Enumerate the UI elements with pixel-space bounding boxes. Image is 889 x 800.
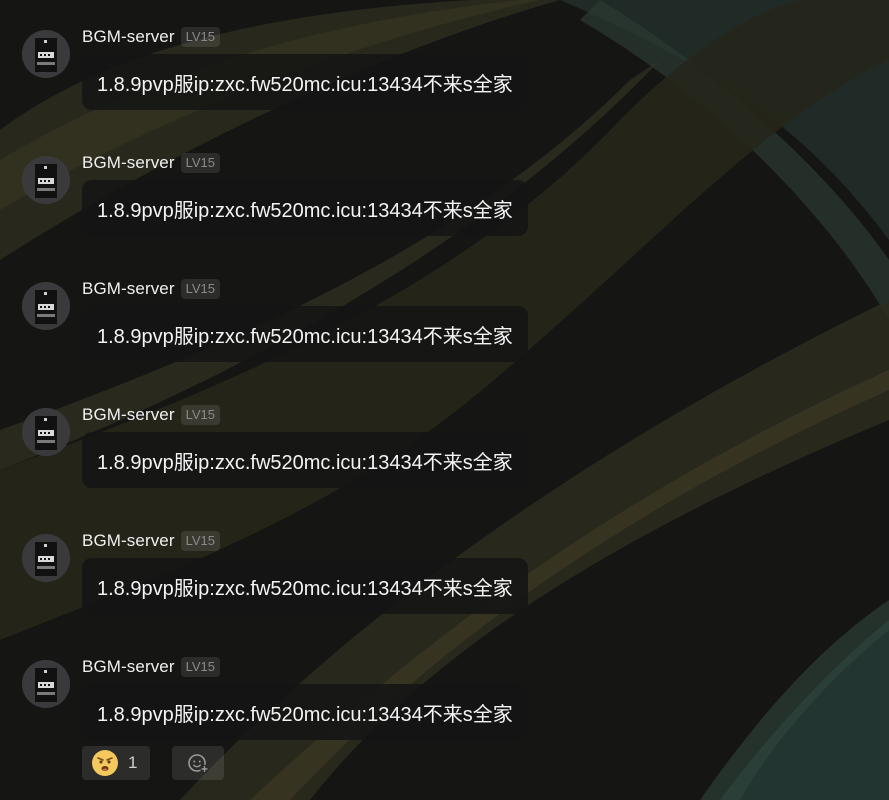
add-reaction-button[interactable] <box>172 746 224 780</box>
level-badge: LV15 <box>180 279 221 299</box>
add-reaction-icon <box>188 754 209 774</box>
reaction-count: 1 <box>128 753 138 772</box>
avatar[interactable] <box>22 408 70 456</box>
message-header: BGM-server LV15 <box>82 656 221 678</box>
sender-name[interactable]: BGM-server <box>82 27 175 47</box>
avatar[interactable] <box>22 156 70 204</box>
sender-name[interactable]: BGM-server <box>82 405 175 425</box>
message-bubble[interactable]: 1.8.9pvp服ip:zxc.fw520mc.icu:13434不来s全家 <box>82 54 528 110</box>
level-badge: LV15 <box>180 27 221 47</box>
message-bubble[interactable]: 1.8.9pvp服ip:zxc.fw520mc.icu:13434不来s全家 <box>82 306 528 362</box>
level-badge: LV15 <box>180 531 221 551</box>
message-bubble[interactable]: 1.8.9pvp服ip:zxc.fw520mc.icu:13434不来s全家 <box>82 432 528 488</box>
message-bubble[interactable]: 1.8.9pvp服ip:zxc.fw520mc.icu:13434不来s全家 <box>82 558 528 614</box>
reaction-chip[interactable]: 1 <box>82 746 150 780</box>
message-bubble[interactable]: 1.8.9pvp服ip:zxc.fw520mc.icu:13434不来s全家 <box>82 180 528 236</box>
chat-message: BGM-server LV15 1.8.9pvp服ip:zxc.fw520mc.… <box>22 152 622 262</box>
level-badge: LV15 <box>180 405 221 425</box>
sender-name[interactable]: BGM-server <box>82 657 175 677</box>
avatar-image-icon <box>22 660 70 708</box>
chat-message: BGM-server LV15 1.8.9pvp服ip:zxc.fw520mc.… <box>22 278 622 388</box>
message-header: BGM-server LV15 <box>82 152 221 174</box>
angry-face-icon <box>92 750 118 776</box>
chat-message-list[interactable]: BGM-server LV15 1.8.9pvp服ip:zxc.fw520mc.… <box>0 0 889 800</box>
sender-name[interactable]: BGM-server <box>82 153 175 173</box>
level-badge: LV15 <box>180 153 221 173</box>
message-header: BGM-server LV15 <box>82 26 221 48</box>
avatar[interactable] <box>22 282 70 330</box>
chat-message: BGM-server LV15 1.8.9pvp服ip:zxc.fw520mc.… <box>22 404 622 514</box>
sender-name[interactable]: BGM-server <box>82 531 175 551</box>
avatar-image-icon <box>22 282 70 330</box>
avatar-image-icon <box>22 408 70 456</box>
level-badge: LV15 <box>180 657 221 677</box>
avatar-image-icon <box>22 156 70 204</box>
avatar[interactable] <box>22 534 70 582</box>
message-header: BGM-server LV15 <box>82 530 221 552</box>
message-bubble[interactable]: 1.8.9pvp服ip:zxc.fw520mc.icu:13434不来s全家 <box>82 684 528 740</box>
avatar-image-icon <box>22 30 70 78</box>
chat-message: BGM-server LV15 1.8.9pvp服ip:zxc.fw520mc.… <box>22 530 622 640</box>
reaction-bar: 1 <box>82 746 224 780</box>
avatar[interactable] <box>22 30 70 78</box>
sender-name[interactable]: BGM-server <box>82 279 175 299</box>
message-header: BGM-server LV15 <box>82 278 221 300</box>
avatar-image-icon <box>22 534 70 582</box>
message-header: BGM-server LV15 <box>82 404 221 426</box>
chat-message: BGM-server LV15 1.8.9pvp服ip:zxc.fw520mc.… <box>22 26 622 136</box>
avatar[interactable] <box>22 660 70 708</box>
